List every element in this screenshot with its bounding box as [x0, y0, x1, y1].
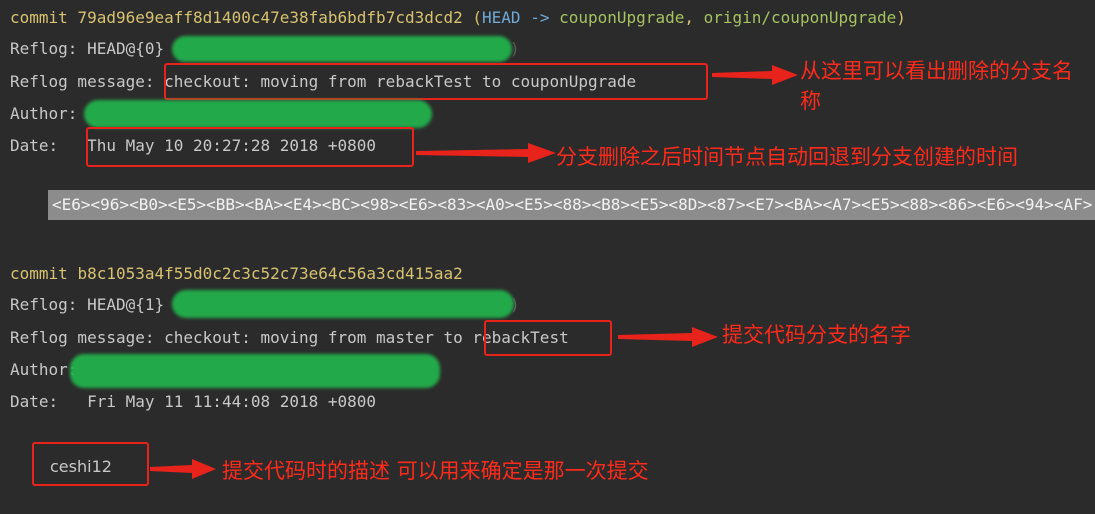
branch-ref: couponUpgrade — [559, 8, 685, 27]
refs-close: ) — [896, 8, 906, 27]
commit1-author-line: Author: — [10, 104, 77, 124]
commit-hash[interactable]: b8c1053a4f55d0c2c3c52c73e64c56a3cd415aa2 — [77, 264, 462, 283]
reflog-value: HEAD@{1} — [87, 295, 165, 314]
message-prefix: checkout: moving from master to — [164, 328, 473, 347]
commit2-reflog-line: Reflog: HEAD@{1} — [10, 295, 164, 315]
ref-arrow: -> — [530, 8, 550, 27]
date-label: Date: — [10, 392, 59, 411]
reflog-label: Reflog: — [10, 295, 88, 314]
commit1-reflog-line: Reflog: HEAD@{0} — [10, 39, 164, 59]
author-label: Author: — [10, 360, 78, 379]
commit1-encoded-message: <E6><96><B0><E5><BB><BA><E4><BC><98><E6>… — [48, 190, 1095, 220]
head-ref: HEAD — [482, 8, 521, 27]
date-label: Date: — [10, 136, 59, 155]
annotation-branch-name: 提交代码分支的名字 — [722, 323, 911, 347]
annotation-commit-desc: 提交代码时的描述 可以用来确定是那一次提交 — [222, 459, 649, 483]
commit2-date-line: Date: Fri May 11 11:44:08 2018 +0800 — [10, 392, 376, 412]
message-label: Reflog message: — [10, 328, 165, 347]
refs-open: ( — [472, 8, 483, 27]
highlight-box-message — [164, 63, 708, 100]
commit2-author-line: Author: — [10, 360, 77, 380]
annotation-deleted-branch: 从这里可以看出删除的分支名称 — [800, 59, 1073, 113]
redaction-mark — [84, 100, 432, 128]
redaction-mark — [172, 290, 514, 318]
commit2-line: commit b8c1053a4f55d0c2c3c52c73e64c56a3c… — [10, 264, 463, 284]
redaction-mark — [172, 36, 512, 62]
arrow-icon — [416, 143, 556, 163]
arrow-icon — [150, 459, 216, 479]
arrow-icon — [712, 65, 798, 85]
highlight-box-branch — [484, 320, 612, 356]
message-label: Reflog message: — [10, 72, 165, 91]
commit-keyword: commit — [10, 8, 68, 27]
commit1-line: commit 79ad96e9eaff8d1400c47e38fab6bdfb7… — [10, 8, 906, 28]
reflog-value: HEAD@{0} — [87, 39, 165, 58]
commit-hash[interactable]: 79ad96e9eaff8d1400c47e38fab6bdfb7cd3dcd2 — [77, 8, 462, 27]
redaction-mark — [70, 354, 440, 388]
reflog-label: Reflog: — [10, 39, 88, 58]
ref-separator: , — [684, 8, 704, 27]
annotation-time-rollback: 分支删除之后时间节点自动回退到分支创建的时间 — [556, 145, 1018, 169]
arrow-icon — [618, 327, 718, 347]
highlight-box-description — [32, 442, 149, 486]
author-label: Author: — [10, 104, 78, 123]
date-value: Fri May 11 11:44:08 2018 +0800 — [87, 392, 377, 411]
origin-ref: origin/couponUpgrade — [703, 8, 897, 27]
commit-keyword: commit — [10, 264, 68, 283]
highlight-box-date — [86, 127, 414, 167]
